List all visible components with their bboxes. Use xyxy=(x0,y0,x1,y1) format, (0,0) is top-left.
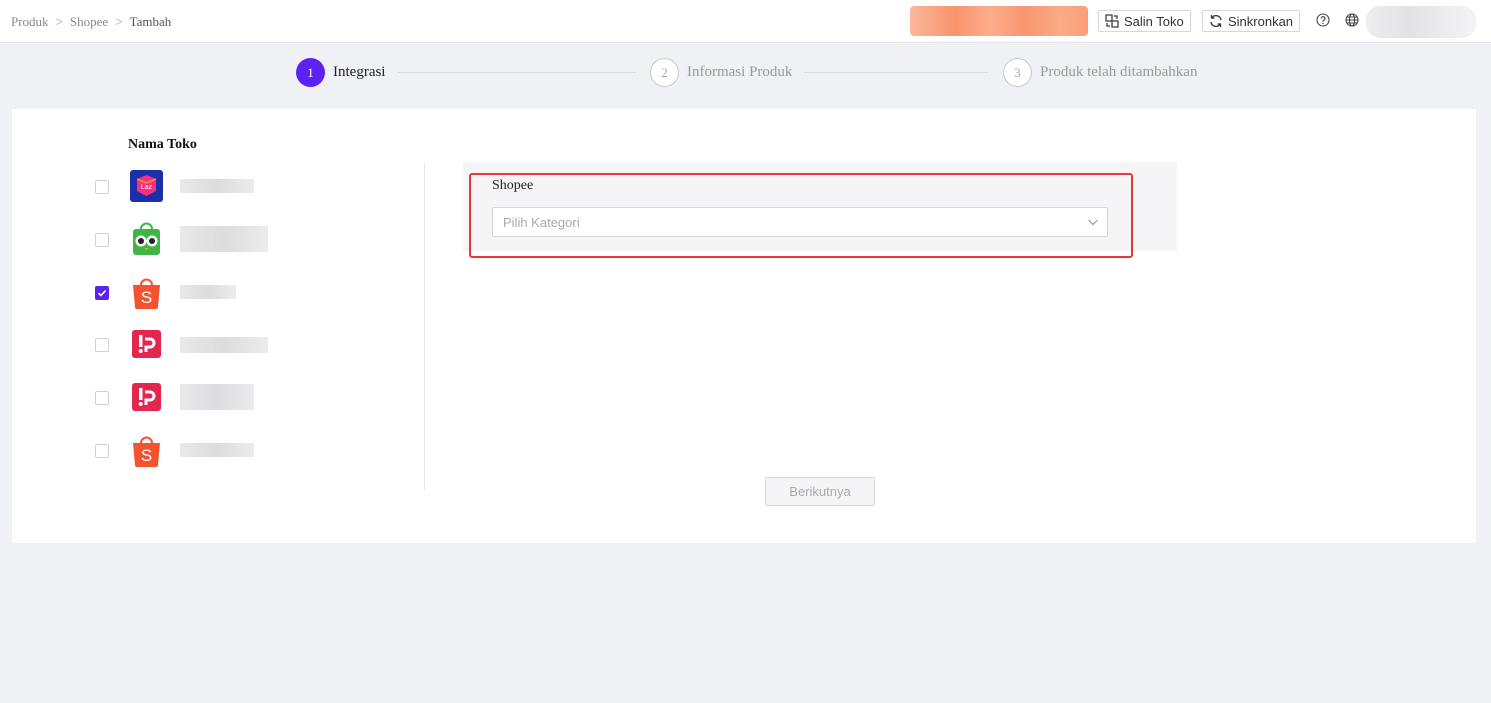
breadcrumb-shopee[interactable]: Shopee xyxy=(70,14,108,30)
redacted-store-name xyxy=(180,179,254,193)
breadcrumb-separator: > xyxy=(55,14,63,29)
redacted-banner xyxy=(910,6,1088,36)
store-checkbox[interactable] xyxy=(95,444,109,458)
store-row-blibli[interactable] xyxy=(95,380,295,414)
breadcrumb-separator: > xyxy=(115,14,123,29)
step-number: 2 xyxy=(650,58,679,87)
globe-icon[interactable] xyxy=(1345,13,1359,27)
step-label: Produk telah ditambahkan xyxy=(1040,64,1198,80)
store-checkbox[interactable] xyxy=(95,180,109,194)
copy-store-label: Salin Toko xyxy=(1124,13,1184,29)
sync-button[interactable]: Sinkronkan xyxy=(1202,10,1301,32)
lazada-logo-icon: Laz xyxy=(130,170,163,202)
redacted-user-menu[interactable] xyxy=(1366,6,1476,38)
store-checkbox[interactable] xyxy=(95,391,109,405)
redacted-store-name xyxy=(180,226,268,252)
breadcrumb: Produk > Shopee > Tambah xyxy=(11,14,171,30)
step-integrasi: 1 Integrasi xyxy=(296,58,385,87)
step-connector xyxy=(398,72,636,73)
store-checkbox-checked[interactable] xyxy=(95,286,109,300)
svg-text:S: S xyxy=(141,446,152,465)
next-button-label: Berikutnya xyxy=(789,484,851,499)
store-checkbox[interactable] xyxy=(95,233,109,247)
step-number: 3 xyxy=(1003,58,1032,87)
next-button[interactable]: Berikutnya xyxy=(765,477,875,506)
redacted-store-name xyxy=(180,337,268,353)
checkmark-icon xyxy=(97,290,107,297)
question-circle-icon[interactable] xyxy=(1316,13,1330,27)
shopee-logo-icon: S xyxy=(133,278,160,309)
copy-store-icon xyxy=(1105,14,1119,28)
svg-text:Laz: Laz xyxy=(141,184,153,191)
svg-text:S: S xyxy=(141,288,152,307)
tokopedia-logo-icon xyxy=(133,222,160,255)
highlight-box xyxy=(469,173,1133,258)
top-bar: Produk > Shopee > Tambah Salin Toko Sink… xyxy=(0,0,1491,43)
breadcrumb-produk[interactable]: Produk xyxy=(11,14,49,30)
redacted-store-name xyxy=(180,285,236,299)
copy-store-button[interactable]: Salin Toko xyxy=(1098,10,1191,32)
main-card: Nama Toko Laz S S Shopee Pilih Kategori … xyxy=(12,109,1476,543)
redacted-store-name xyxy=(180,384,254,410)
step-label: Integrasi xyxy=(333,64,386,80)
store-checkbox[interactable] xyxy=(95,338,109,352)
step-connector xyxy=(804,72,988,73)
redacted-store-name xyxy=(180,443,254,457)
progress-steps: 1 Integrasi 2 Informasi Produk 3 Produk … xyxy=(0,58,1491,88)
store-list-title: Nama Toko xyxy=(128,137,197,152)
breadcrumb-tambah: Tambah xyxy=(129,14,172,29)
store-row-blibli[interactable] xyxy=(95,327,295,361)
store-row-shopee-selected[interactable]: S xyxy=(95,275,295,309)
sync-label: Sinkronkan xyxy=(1228,13,1294,29)
step-informasi-produk: 2 Informasi Produk xyxy=(650,58,792,87)
store-row-tokopedia[interactable] xyxy=(95,222,295,256)
store-row-shopee[interactable]: S xyxy=(95,433,295,467)
blibli-logo-icon xyxy=(132,383,161,411)
shopee-logo-icon: S xyxy=(133,436,160,467)
blibli-logo-icon xyxy=(132,330,161,358)
sync-icon xyxy=(1210,15,1222,27)
step-number: 1 xyxy=(296,58,325,87)
step-label: Informasi Produk xyxy=(687,64,793,80)
column-divider xyxy=(424,163,425,490)
step-produk-ditambahkan: 3 Produk telah ditambahkan xyxy=(1003,58,1197,87)
store-row-lazada[interactable]: Laz xyxy=(95,169,295,203)
